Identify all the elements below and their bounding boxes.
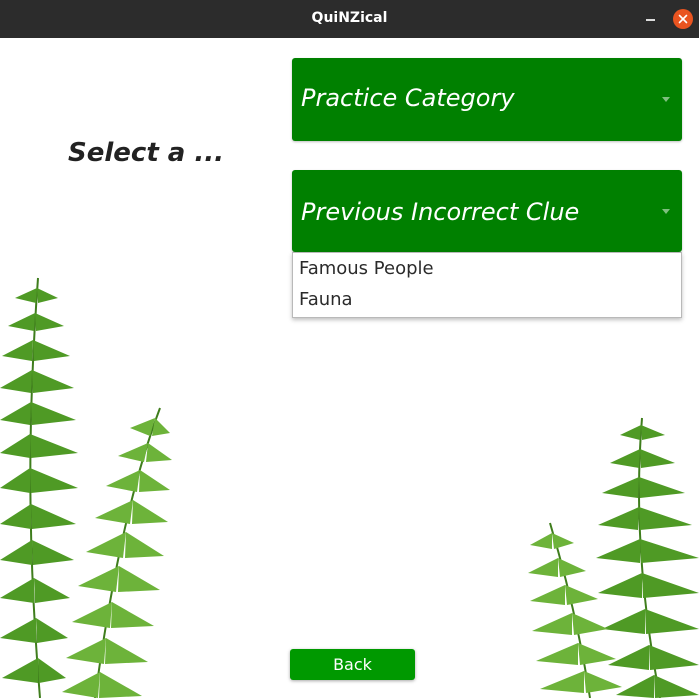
combobox-selected-label: Practice Category <box>301 84 515 112</box>
dropdown-option-famous-people[interactable]: Famous People <box>299 258 434 279</box>
combobox-selected-label: Previous Incorrect Clue <box>301 198 580 226</box>
dropdown-list: Famous People Fauna <box>292 252 682 318</box>
close-icon[interactable] <box>673 9 693 29</box>
page-heading: Select a ... <box>68 138 225 168</box>
fern-left-icon <box>0 277 172 698</box>
chevron-down-icon[interactable] <box>662 97 670 102</box>
back-button[interactable]: Back <box>290 649 415 680</box>
practice-category-combobox[interactable]: Practice Category <box>292 58 682 141</box>
fern-right-icon <box>528 417 699 698</box>
previous-incorrect-clue-combobox[interactable]: Previous Incorrect Clue <box>292 170 682 252</box>
minimize-icon[interactable] <box>640 8 660 28</box>
chevron-down-icon[interactable] <box>662 209 670 214</box>
app-window: QuiNZical Select a ... Practice Category… <box>0 0 699 698</box>
title-bar[interactable]: QuiNZical <box>0 0 699 38</box>
window-title: QuiNZical <box>311 10 388 26</box>
main-content: Select a ... Practice Category Previous … <box>0 38 699 698</box>
dropdown-option-fauna[interactable]: Fauna <box>299 289 353 310</box>
